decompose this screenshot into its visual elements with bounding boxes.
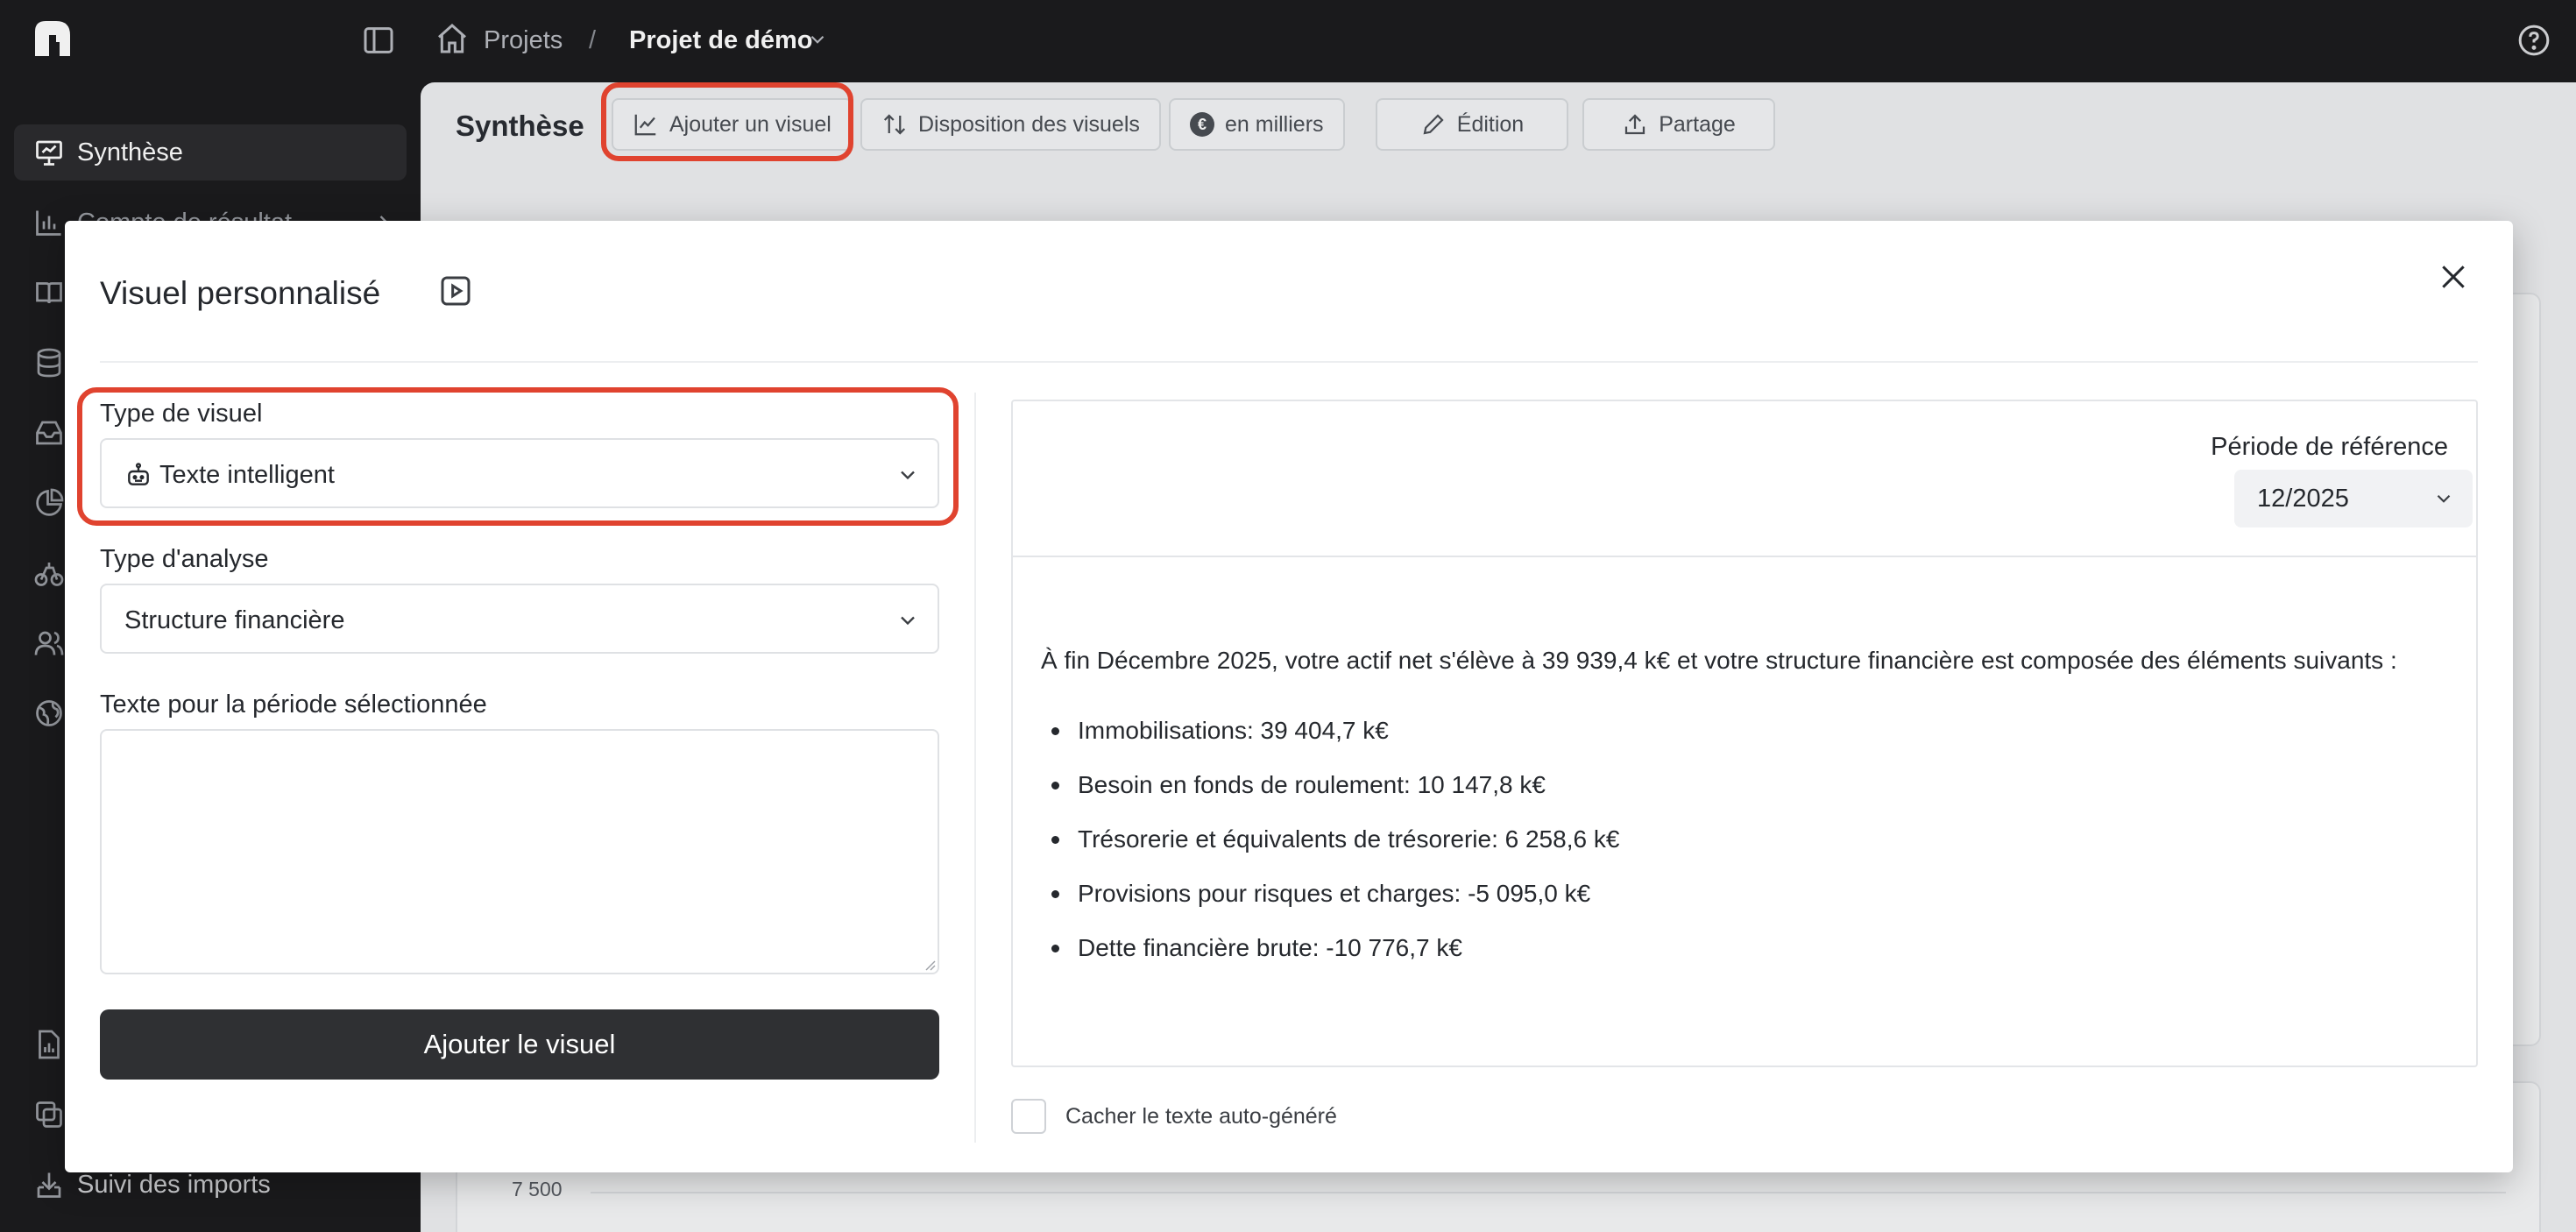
smart-text-summary: À fin Décembre 2025, votre actif net s'é… (1041, 647, 2397, 674)
video-play-icon[interactable] (438, 273, 473, 308)
column-divider (974, 393, 976, 1143)
add-visual-submit-button[interactable]: Ajouter le visuel (100, 1009, 939, 1080)
reference-period-value: 12/2025 (2257, 485, 2349, 513)
resize-handle-icon[interactable] (922, 957, 936, 971)
preview-header-divider (1013, 556, 2476, 557)
list-item: Provisions pour risques et charges: -5 0… (1048, 876, 1619, 931)
list-item: Immobilisations: 39 404,7 k€ (1048, 713, 1619, 768)
reference-period-label: Période de référence (2211, 433, 2448, 461)
hide-autotext-checkbox[interactable] (1011, 1099, 1046, 1134)
modal-title: Visuel personnalisé (100, 275, 381, 311)
analysis-type-label: Type d'analyse (100, 545, 269, 573)
period-text-label: Texte pour la période sélectionnée (100, 690, 487, 719)
hide-autotext-label[interactable]: Cacher le texte auto-généré (1065, 1101, 1337, 1132)
preview-panel: Période de référence 12/2025 À fin Décem… (1011, 400, 2478, 1067)
smart-text-bullets: Immobilisations: 39 404,7 k€ Besoin en f… (1048, 713, 1619, 985)
modal-divider (100, 361, 2478, 363)
list-item: Trésorerie et équivalents de trésorerie:… (1048, 822, 1619, 876)
highlight-add-visual (601, 82, 853, 161)
custom-visual-modal: Visuel personnalisé Type de visuel Texte… (65, 221, 2513, 1172)
analysis-type-select[interactable]: Structure financière (100, 584, 939, 654)
close-icon[interactable] (2436, 259, 2471, 294)
list-item: Besoin en fonds de roulement: 10 147,8 k… (1048, 768, 1619, 822)
reference-period-select[interactable]: 12/2025 (2234, 470, 2473, 527)
chevron-down-icon (2437, 494, 2451, 503)
chevron-down-icon (901, 616, 915, 626)
period-text-input[interactable] (100, 729, 939, 974)
list-item: Dette financière brute: -10 776,7 k€ (1048, 931, 1619, 985)
analysis-type-value: Structure financière (124, 606, 345, 634)
highlight-visual-type (77, 387, 959, 526)
